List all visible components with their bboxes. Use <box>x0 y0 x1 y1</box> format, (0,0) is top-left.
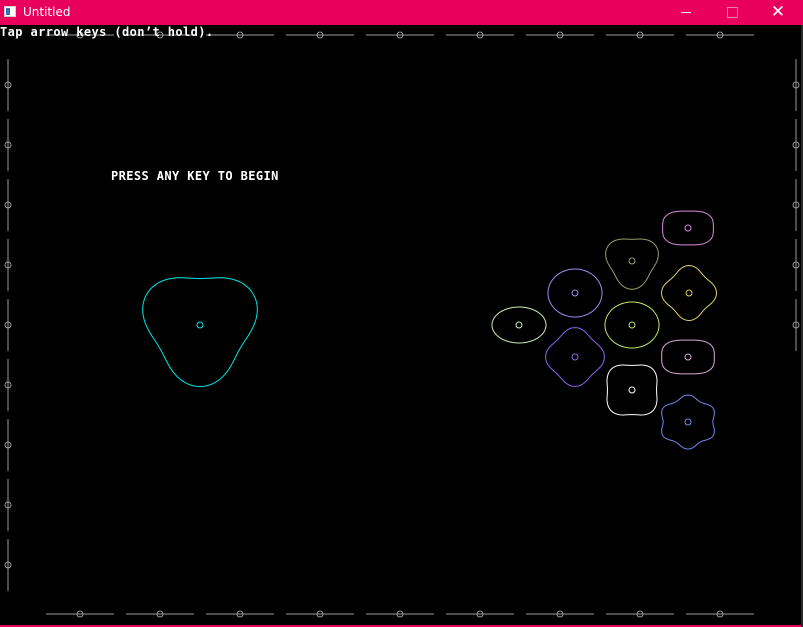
target-shape-4 <box>660 264 718 322</box>
shape-layer <box>142 210 718 450</box>
start-prompt: PRESS ANY KEY TO BEGIN <box>111 169 279 183</box>
player-shape <box>142 277 258 388</box>
target-shape-8-outline <box>661 339 715 375</box>
player-shape-outline <box>142 277 258 388</box>
target-shape-8 <box>661 339 715 375</box>
target-shape-7-outline <box>545 327 605 387</box>
target-shape-4-center <box>685 289 693 297</box>
target-shape-1 <box>662 210 714 246</box>
target-shape-6-center <box>628 321 636 329</box>
target-shape-5 <box>491 306 547 344</box>
target-shape-2 <box>605 238 659 290</box>
player-shape-center <box>196 321 204 329</box>
target-shape-4-outline <box>660 264 718 322</box>
target-shape-9-outline <box>606 364 658 416</box>
target-shape-5-center <box>515 321 523 329</box>
target-shape-1-outline <box>662 210 714 246</box>
target-shape-5-outline <box>491 306 547 344</box>
target-shape-8-center <box>684 353 692 361</box>
playfield-border <box>4 31 800 618</box>
target-shape-6-outline <box>604 301 660 349</box>
target-shape-7 <box>545 327 605 387</box>
target-shape-10 <box>661 394 715 450</box>
target-shape-3-outline <box>547 268 603 318</box>
target-shape-1-center <box>684 224 692 232</box>
target-shape-10-center <box>684 418 692 426</box>
target-shape-9 <box>606 364 658 416</box>
target-shape-2-center <box>628 257 636 265</box>
target-shape-7-center <box>571 353 579 361</box>
target-shape-10-outline <box>661 394 715 450</box>
game-canvas[interactable] <box>0 0 803 627</box>
target-shape-3-center <box>571 289 579 297</box>
instruction-text: Tap arrow keys (don’t hold). <box>0 25 214 39</box>
target-shape-9-center <box>628 386 636 394</box>
target-shape-3 <box>547 268 603 318</box>
target-shape-6 <box>604 301 660 349</box>
